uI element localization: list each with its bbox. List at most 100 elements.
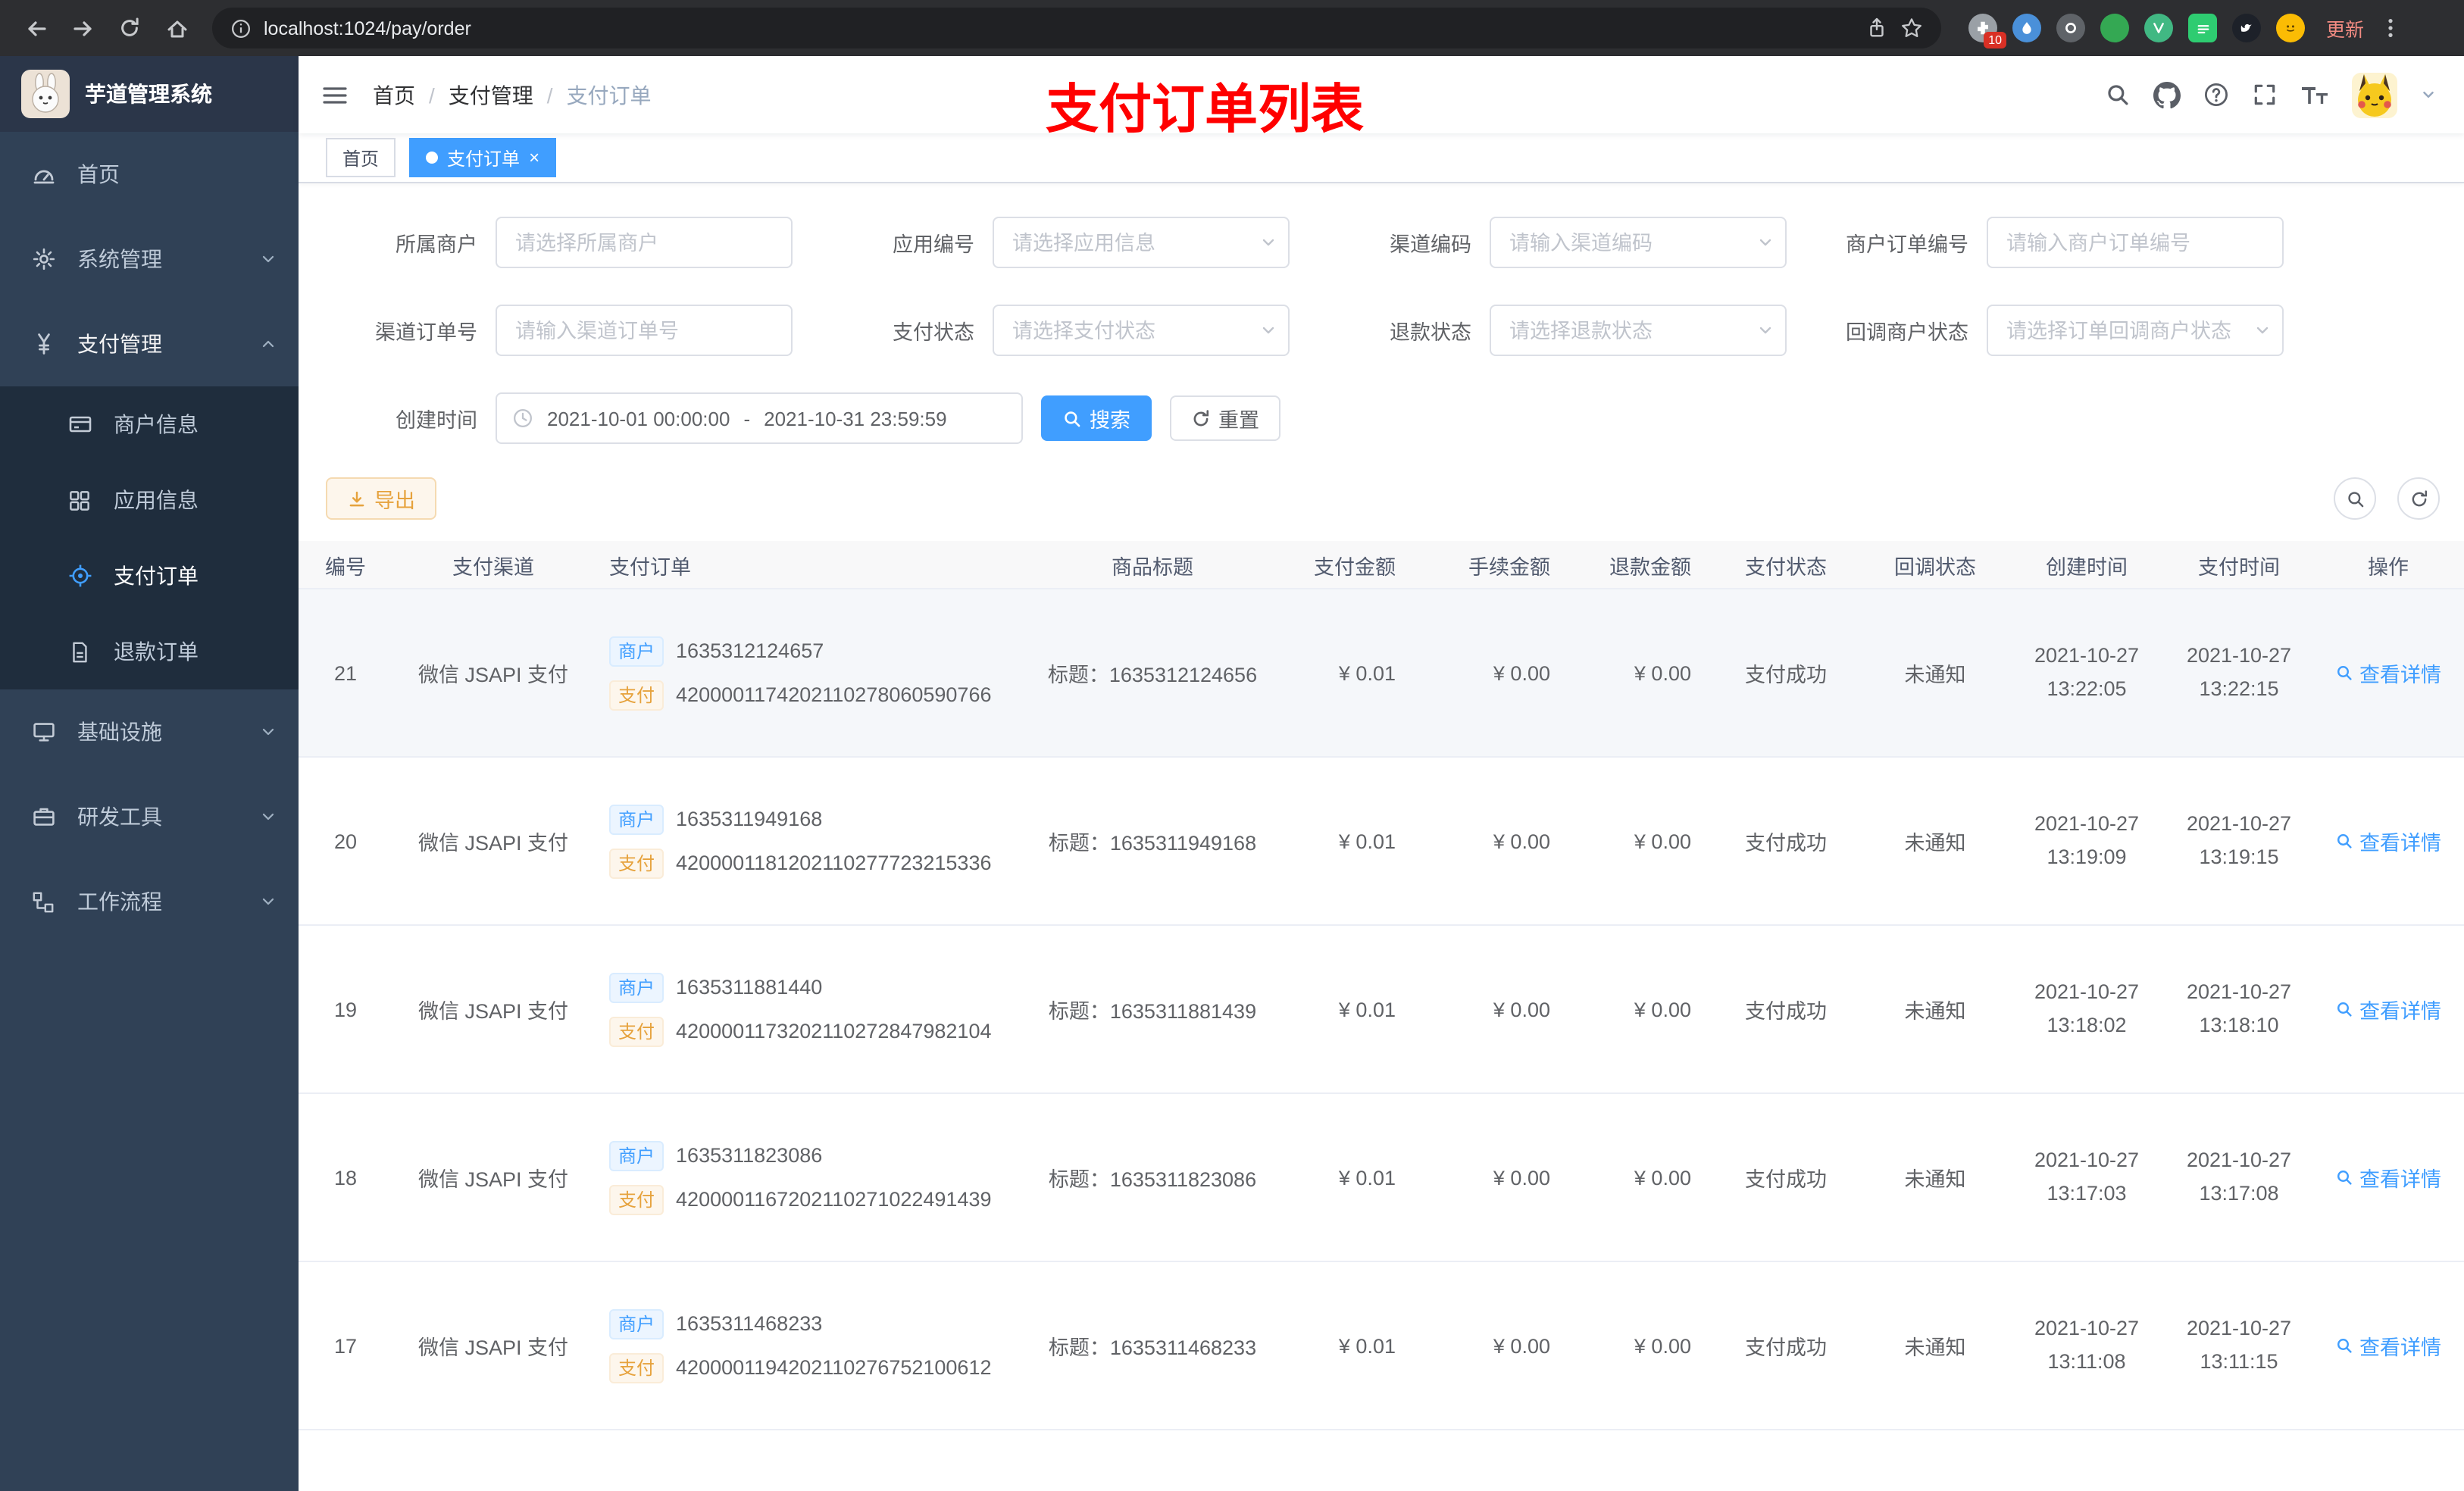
merchant-order-no-input[interactable] xyxy=(1987,217,2284,268)
table-row[interactable]: 商户1635311357861 xyxy=(299,1430,2464,1491)
channel-order-no: 4200001167202110271022491439 xyxy=(676,1187,992,1210)
pin-extension-icon[interactable] xyxy=(2012,14,2041,42)
filter-label: 回调商户状态 xyxy=(1846,321,1968,344)
merchant-input[interactable] xyxy=(496,217,793,268)
font-size-icon[interactable] xyxy=(2300,82,2329,108)
merchant-order-no: 1635311881440 xyxy=(676,975,823,998)
pay-tag: 支付 xyxy=(609,1352,664,1383)
cell-title: 标题：1635311468233 xyxy=(1048,1336,1257,1359)
table-toolbar: 导出 xyxy=(326,477,2440,520)
cell-order: 商户 1635312124657 支付 4200001174202110278060… xyxy=(594,622,1029,724)
breadcrumb-item[interactable]: 支付管理 xyxy=(449,80,533,110)
pay-status-select[interactable] xyxy=(993,305,1290,356)
cell-fee: ¥ 0.00 xyxy=(1493,1334,1550,1357)
reset-button[interactable]: 重置 xyxy=(1170,395,1280,441)
toggle-search-icon[interactable] xyxy=(2334,477,2376,520)
tab-home[interactable]: 首页 xyxy=(326,138,396,177)
refund-status-select[interactable] xyxy=(1490,305,1787,356)
back-icon[interactable] xyxy=(15,8,56,48)
sidebar-item-dev-tools[interactable]: 研发工具 xyxy=(0,774,299,859)
vue-devtools-icon[interactable] xyxy=(2144,14,2173,42)
sidebar-item-payment[interactable]: 支付管理 xyxy=(0,302,299,386)
extension-icon[interactable] xyxy=(2100,14,2129,42)
sidebar-item-app-info[interactable]: 应用信息 xyxy=(0,462,299,538)
hamburger-icon[interactable] xyxy=(321,81,349,108)
grid-icon xyxy=(67,489,92,511)
share-icon[interactable] xyxy=(1865,17,1888,39)
cell-title: 标题：1635312124656 xyxy=(1047,664,1258,686)
date-separator: - xyxy=(743,407,751,430)
sidebar-item-refund-order[interactable]: 退款订单 xyxy=(0,614,299,689)
view-detail-link[interactable]: 查看详情 xyxy=(2335,1330,2441,1361)
notify-status-select[interactable] xyxy=(1987,305,2284,356)
table-row[interactable]: 18 微信 JSAPI 支付 商户 1635311823086 支付 4200001… xyxy=(299,1094,2464,1262)
cell-create-time: 2021-10-27 13:22:05 xyxy=(2034,644,2140,700)
sidebar-item-home[interactable]: 首页 xyxy=(0,132,299,217)
notes-extension-icon[interactable] xyxy=(2188,14,2217,42)
merchant-order-no: 1635311823086 xyxy=(676,1143,823,1166)
cell-amount: ¥ 0.01 xyxy=(1338,830,1396,852)
extension-badge: 10 xyxy=(1984,32,2006,48)
address-bar[interactable]: localhost:1024/pay/order xyxy=(212,8,1941,48)
app-id-select[interactable] xyxy=(993,217,1290,268)
search-button[interactable]: 搜索 xyxy=(1041,395,1152,441)
search-form: 所属商户 应用编号 xyxy=(299,183,2464,444)
create-time-range-picker[interactable]: 2021-10-01 00:00:00 - 2021-10-31 23:59:5… xyxy=(496,392,1023,444)
browser-update-button[interactable]: 更新 xyxy=(2326,14,2364,42)
chevron-down-icon[interactable] xyxy=(2420,86,2437,103)
forward-icon[interactable] xyxy=(62,8,103,48)
table-row[interactable]: 21 微信 JSAPI 支付 商户 1635312124657 支付 4200001… xyxy=(299,589,2464,758)
puzzle-extension-icon[interactable]: 10 xyxy=(1968,14,2006,48)
channel-order-no: 4200001173202110272847982104 xyxy=(676,1019,992,1042)
merchant-order-no: 1635311949168 xyxy=(676,807,823,830)
cell-pay-time: 2021-10-27 13:18:10 xyxy=(2186,980,2292,1036)
sidebar-item-merchant-info[interactable]: 商户信息 xyxy=(0,386,299,462)
bookmark-star-icon[interactable] xyxy=(1900,17,1923,39)
channel-code-select[interactable] xyxy=(1490,217,1787,268)
table-row[interactable]: 17 微信 JSAPI 支付 商户 1635311468233 支付 4200001… xyxy=(299,1262,2464,1430)
merchant-select[interactable] xyxy=(496,217,793,268)
extension-icon[interactable] xyxy=(2056,14,2085,42)
channel-order-no: 4200001181202110277723215336 xyxy=(676,851,992,874)
bird-extension-icon[interactable] xyxy=(2232,14,2261,42)
site-info-icon[interactable] xyxy=(230,17,252,39)
tab-close-icon[interactable]: × xyxy=(529,148,539,167)
table-row[interactable]: 19 微信 JSAPI 支付 商户 1635311881440 支付 4200001… xyxy=(299,926,2464,1094)
pay-tag: 支付 xyxy=(609,848,664,878)
browser-menu-icon[interactable] xyxy=(2379,17,2402,39)
col-header: 支付金额 xyxy=(1314,555,1396,578)
breadcrumb-item[interactable]: 首页 xyxy=(373,80,415,110)
sidebar-item-workflow[interactable]: 工作流程 xyxy=(0,859,299,944)
reload-icon[interactable] xyxy=(109,8,150,48)
view-detail-link[interactable]: 查看详情 xyxy=(2335,994,2441,1024)
tab-pay-order[interactable]: 支付订单 × xyxy=(409,138,557,177)
cell-refund: ¥ 0.00 xyxy=(1634,1334,1691,1357)
channel-order-no-input[interactable] xyxy=(496,305,793,356)
cell-status: 支付成功 xyxy=(1745,1336,1827,1359)
cell-title: 标题：1635311949168 xyxy=(1048,832,1257,855)
view-detail-link[interactable]: 查看详情 xyxy=(2335,826,2441,856)
search-icon[interactable] xyxy=(2105,82,2131,108)
breadcrumb: 首页 / 支付管理 / 支付订单 xyxy=(373,80,652,110)
avatar[interactable] xyxy=(2352,72,2397,117)
github-icon[interactable] xyxy=(2153,81,2181,108)
refresh-icon[interactable] xyxy=(2397,477,2440,520)
view-detail-link[interactable]: 查看详情 xyxy=(2335,1162,2441,1192)
sidebar-item-system[interactable]: 系统管理 xyxy=(0,217,299,302)
breadcrumb-separator: / xyxy=(546,83,553,107)
sidebar-item-pay-order[interactable]: 支付订单 xyxy=(0,538,299,614)
home-icon[interactable] xyxy=(156,8,197,48)
fullscreen-icon[interactable] xyxy=(2252,82,2278,108)
document-icon xyxy=(67,640,92,663)
url-text[interactable]: localhost:1024/pay/order xyxy=(264,17,1853,39)
view-detail-link[interactable]: 查看详情 xyxy=(2335,658,2441,688)
export-button[interactable]: 导出 xyxy=(326,477,436,520)
help-icon[interactable] xyxy=(2203,82,2229,108)
browser-extensions: 10 xyxy=(1968,14,2305,48)
smiley-extension-icon[interactable] xyxy=(2276,14,2305,42)
col-header: 退款金额 xyxy=(1609,555,1691,578)
sidebar-item-infrastructure[interactable]: 基础设施 xyxy=(0,689,299,774)
sidebar: 芋道管理系统 首页 系统管理 支付管理 商户信息 应用信息 支付订单 退款订单 … xyxy=(0,56,299,1491)
table-row[interactable]: 20 微信 JSAPI 支付 商户 1635311949168 支付 4200001… xyxy=(299,758,2464,926)
cell-refund: ¥ 0.00 xyxy=(1634,830,1691,852)
